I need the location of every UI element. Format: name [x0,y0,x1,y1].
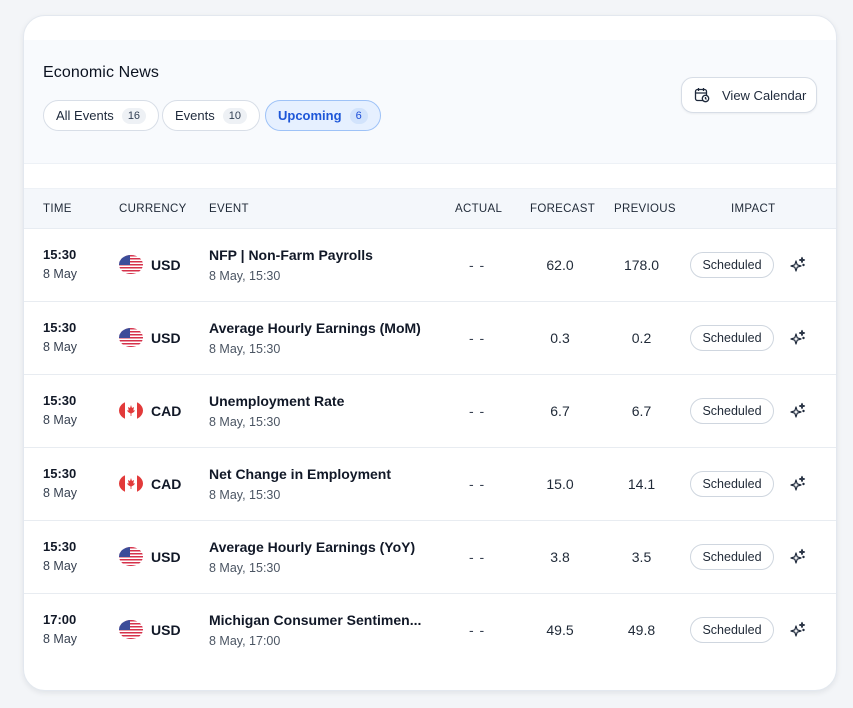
filter-upcoming[interactable]: Upcoming 6 [265,100,381,131]
actual-value: - - [469,330,486,346]
currency-code: USD [151,622,181,638]
forecast-value: 49.5 [546,622,574,638]
event-date: 8 May [43,559,78,573]
filter-all-events[interactable]: All Events 16 [43,100,160,131]
event-datetime: 8 May, 15:30 [209,415,281,429]
event-time: 15:30 [43,466,77,481]
table-header: TIME CURRENCY EVENT ACTUAL FORECAST PREV… [24,188,836,229]
event-name[interactable]: Michigan Consumer Sentimen... [209,612,434,628]
us-flag-icon [119,328,143,347]
table-row[interactable]: 15:30 8 May USD NFP | Non-Farm Payrolls … [24,229,836,302]
table-row[interactable]: 15:30 8 May CAD Unemployment Rate 8 May,… [24,375,836,448]
impact-status-badge: Scheduled [690,325,774,351]
sparkles-icon[interactable] [789,548,807,566]
event-datetime: 8 May, 15:30 [209,269,281,283]
forecast-value: 15.0 [546,476,574,492]
actual-value: - - [469,476,486,492]
event-time: 15:30 [43,539,77,554]
filter-count-badge: 6 [349,107,368,124]
event-datetime: 8 May, 17:00 [209,634,281,648]
impact-status-badge: Scheduled [690,471,774,497]
event-time: 15:30 [43,247,77,262]
impact-status-badge: Scheduled [690,617,774,643]
filter-count-badge: 16 [121,107,147,124]
currency-code: CAD [151,476,182,492]
sparkles-icon[interactable] [789,329,807,347]
column-header-time: TIME [43,203,72,215]
filter-label: All Events [56,108,114,123]
previous-value: 49.8 [627,622,656,638]
column-header-event: EVENT [209,203,249,215]
sparkles-icon[interactable] [789,402,807,420]
page-title: Economic News [43,64,160,81]
sparkles-icon[interactable] [789,256,807,274]
filter-label: Upcoming [278,108,342,123]
filter-count-badge: 10 [222,107,247,124]
actual-value: - - [469,257,486,273]
previous-value: 178.0 [623,257,660,273]
forecast-value: 0.3 [550,330,570,346]
event-datetime: 8 May, 15:30 [209,561,281,575]
table-row[interactable]: 15:30 8 May USD Average Hourly Earnings … [24,521,836,594]
us-flag-icon [119,547,143,566]
impact-status-badge: Scheduled [690,544,774,570]
impact-status-badge: Scheduled [690,398,774,424]
previous-value: 0.2 [631,330,652,346]
impact-status-badge: Scheduled [690,252,774,278]
event-time: 17:00 [43,612,77,627]
column-header-forecast: FORECAST [530,203,596,215]
event-name[interactable]: Unemployment Rate [209,393,434,409]
event-date: 8 May [43,486,78,500]
forecast-value: 3.8 [550,549,570,565]
event-datetime: 8 May, 15:30 [209,342,281,356]
view-calendar-label: View Calendar [722,87,807,103]
column-header-previous: PREVIOUS [614,203,676,215]
currency-code: USD [151,549,181,565]
column-header-impact: IMPACT [731,203,776,215]
view-calendar-button[interactable]: View Calendar [681,77,817,113]
previous-value: 6.7 [631,403,652,419]
previous-value: 14.1 [627,476,656,492]
actual-value: - - [469,403,486,419]
calendar-icon [694,88,710,103]
event-name[interactable]: Average Hourly Earnings (MoM) [209,320,434,336]
currency-code: USD [151,330,181,346]
us-flag-icon [119,620,143,639]
forecast-value: 62.0 [546,257,574,273]
sparkles-icon[interactable] [789,475,807,493]
event-date: 8 May [43,413,78,427]
canada-flag-icon [119,401,143,420]
currency-code: CAD [151,403,182,419]
filter-events[interactable]: Events 10 [162,100,260,131]
actual-value: - - [469,549,486,565]
actual-value: - - [469,622,486,638]
event-time: 15:30 [43,393,77,408]
table-row[interactable]: 17:00 8 May USD Michigan Consumer Sentim… [24,594,836,667]
forecast-value: 6.7 [550,403,570,419]
economic-news-card: Economic News All Events 16 Events 10 Up… [23,15,837,691]
event-date: 8 May [43,267,78,281]
filter-label: Events [175,108,215,123]
event-name[interactable]: NFP | Non-Farm Payrolls [209,247,434,263]
column-header-actual: ACTUAL [455,203,503,215]
canada-flag-icon [119,474,143,493]
event-name[interactable]: Average Hourly Earnings (YoY) [209,539,434,555]
table-row[interactable]: 15:30 8 May USD Average Hourly Earnings … [24,302,836,375]
event-datetime: 8 May, 15:30 [209,488,281,502]
column-header-currency: CURRENCY [119,203,187,215]
event-date: 8 May [43,340,78,354]
sparkles-icon[interactable] [789,621,807,639]
event-date: 8 May [43,632,78,646]
previous-value: 3.5 [631,549,652,565]
us-flag-icon [119,255,143,274]
event-name[interactable]: Net Change in Employment [209,466,434,482]
currency-code: USD [151,257,181,273]
table-row[interactable]: 15:30 8 May CAD Net Change in Employment… [24,448,836,521]
event-time: 15:30 [43,320,77,335]
